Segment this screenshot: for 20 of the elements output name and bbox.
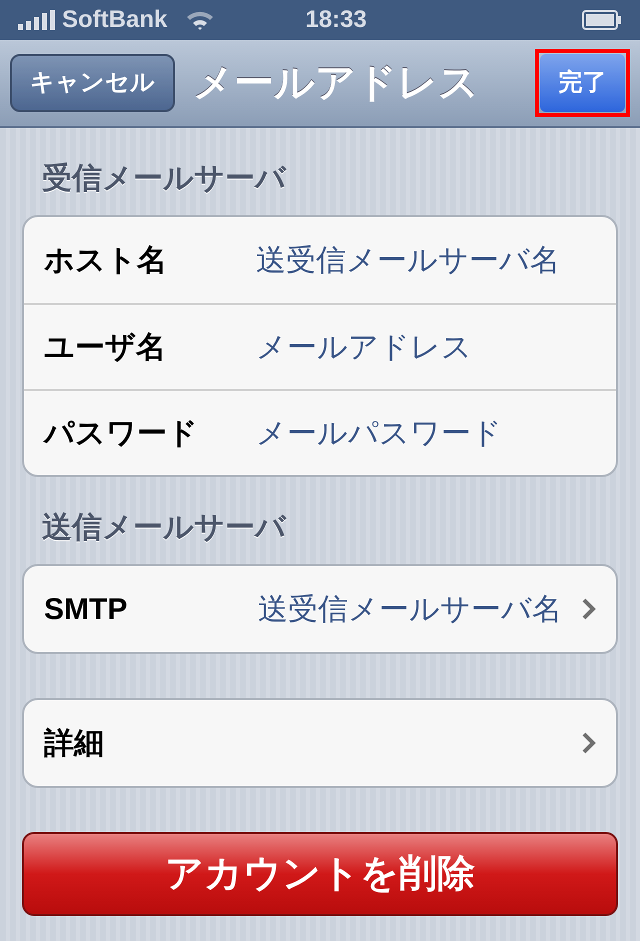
delete-account-button[interactable]: アカウントを削除 bbox=[22, 832, 618, 916]
battery-icon bbox=[582, 10, 622, 30]
row-value[interactable]: メールアドレス bbox=[256, 324, 472, 370]
wifi-icon bbox=[185, 9, 216, 31]
nav-title: メールアドレス bbox=[193, 60, 479, 107]
row-value[interactable]: メールパスワード bbox=[256, 410, 502, 456]
signal-icon bbox=[18, 10, 56, 30]
clock-time: 18:33 bbox=[305, 5, 367, 35]
row-label: 詳細 bbox=[44, 726, 105, 762]
done-button[interactable]: 完了 bbox=[540, 54, 625, 112]
section-header: 送信メールサーバ bbox=[41, 510, 288, 546]
row-label: SMTP bbox=[44, 592, 128, 628]
row-value: 送受信メールサーバ名 bbox=[258, 592, 562, 628]
section-header: 受信メールサーバ bbox=[41, 161, 288, 197]
row-label: ユーザ名 bbox=[44, 330, 167, 366]
row-label: ホスト名 bbox=[44, 242, 168, 278]
cancel-button[interactable]: キャンセル bbox=[10, 54, 175, 112]
row-label: パスワード bbox=[44, 416, 199, 452]
row-value[interactable]: 送受信メールサーバ名 bbox=[256, 238, 560, 282]
carrier-name: SoftBank bbox=[62, 5, 168, 35]
